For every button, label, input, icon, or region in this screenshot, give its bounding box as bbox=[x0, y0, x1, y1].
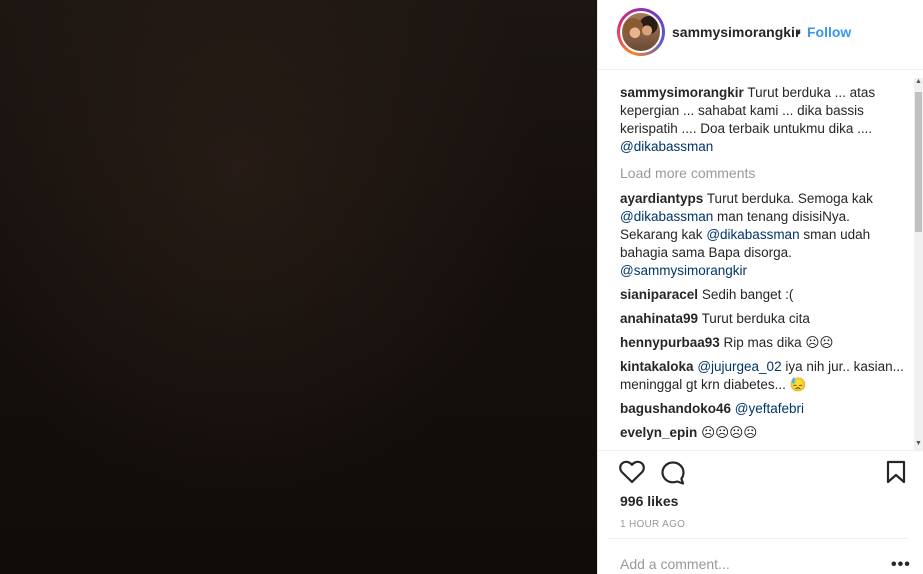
comment-item: ayardiantyps Turut berduka. Semoga kak @… bbox=[620, 190, 910, 280]
divider bbox=[598, 450, 923, 451]
comment-text: Sedih banget :( bbox=[701, 287, 794, 302]
comment-text: ☹☹☹☹ bbox=[701, 425, 758, 440]
comment-bubble-icon[interactable] bbox=[660, 460, 686, 491]
scroll-up-arrow-icon[interactable]: ▲ bbox=[915, 78, 922, 85]
comment-username[interactable]: evelyn_epin bbox=[620, 425, 697, 440]
likes-count[interactable]: 996 likes bbox=[620, 493, 678, 509]
divider bbox=[608, 538, 908, 539]
header-separator: • bbox=[796, 24, 801, 40]
comments-list[interactable]: sammysimorangkir Turut berduka ... atas … bbox=[620, 78, 910, 450]
caption-mention[interactable]: @dikabassman bbox=[620, 139, 713, 154]
comment-text: Rip mas dika ☹☹ bbox=[723, 335, 834, 350]
scrollbar-thumb[interactable] bbox=[915, 92, 922, 232]
comment-mention[interactable]: @jujurgea_02 bbox=[697, 359, 781, 374]
divider bbox=[597, 0, 598, 574]
comment-username[interactable]: bagushandoko46 bbox=[620, 401, 731, 416]
caption: sammysimorangkir Turut berduka ... atas … bbox=[620, 84, 910, 156]
heart-icon[interactable] bbox=[619, 460, 645, 489]
follow-button[interactable]: Follow bbox=[807, 24, 851, 40]
add-comment-input[interactable]: Add a comment... bbox=[620, 556, 730, 572]
comment-username[interactable]: ayardiantyps bbox=[620, 191, 703, 206]
comment-mention[interactable]: @dikabassman bbox=[706, 227, 799, 242]
comment-item: evelyn_epin ☹☹☹☹ bbox=[620, 424, 910, 442]
caption-username[interactable]: sammysimorangkir bbox=[620, 85, 744, 100]
post-username[interactable]: sammysimorangkir bbox=[672, 24, 800, 40]
comment-mention[interactable]: @yeftafebri bbox=[735, 401, 804, 416]
more-options-icon[interactable]: ••• bbox=[891, 556, 911, 574]
load-more-comments-button[interactable]: Load more comments bbox=[620, 164, 755, 182]
avatar[interactable] bbox=[620, 11, 662, 53]
comment-item: anahinata99 Turut berduka cita bbox=[620, 310, 910, 328]
comment-item: bagushandoko46 @yeftafebri bbox=[620, 400, 910, 418]
comment-item: hennypurbaa93 Rip mas dika ☹☹ bbox=[620, 334, 910, 352]
comment-mention[interactable]: @dikabassman bbox=[620, 209, 713, 224]
comment-item: kintakaloka @jujurgea_02 iya nih jur.. k… bbox=[620, 358, 910, 394]
comment-mention[interactable]: @sammysimorangkir bbox=[620, 263, 747, 278]
comment-username[interactable]: anahinata99 bbox=[620, 311, 698, 326]
post-timestamp[interactable]: 1 HOUR AGO bbox=[620, 519, 685, 530]
bookmark-icon[interactable] bbox=[886, 460, 906, 489]
post-image[interactable] bbox=[0, 0, 597, 574]
scroll-down-arrow-icon[interactable]: ▼ bbox=[915, 440, 922, 447]
comment-username[interactable]: hennypurbaa93 bbox=[620, 335, 720, 350]
comment-username[interactable]: kintakaloka bbox=[620, 359, 694, 374]
comment-username[interactable]: sianiparacel bbox=[620, 287, 698, 302]
comment-text: Turut berduka cita bbox=[701, 311, 810, 326]
comment-text: Turut berduka. Semoga kak bbox=[706, 191, 873, 206]
comment-item: sianiparacel Sedih banget :( bbox=[620, 286, 910, 304]
